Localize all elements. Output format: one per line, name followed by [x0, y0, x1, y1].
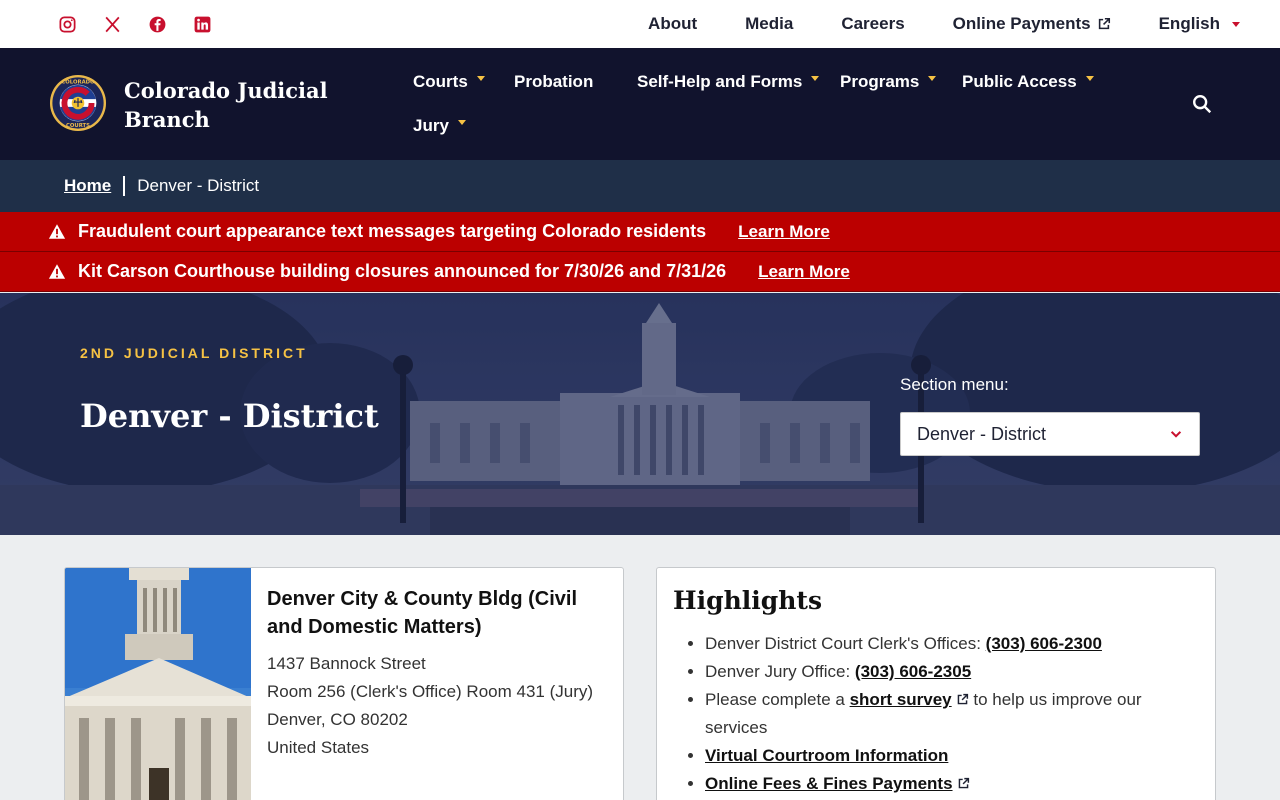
list-item: Virtual Courtroom Information [705, 742, 1195, 770]
location-card: Denver City & County Bldg (Civil and Dom… [64, 567, 624, 800]
nav-jury[interactable]: Jury [413, 116, 466, 136]
highlights-card: Highlights Denver District Court Clerk's… [656, 567, 1216, 800]
address-line: United States [267, 738, 370, 757]
page-title: Denver - District [80, 397, 379, 435]
courthouse-photo [65, 568, 251, 800]
nav-courts[interactable]: Courts [413, 72, 485, 92]
chevron-down-icon [476, 75, 485, 81]
colorado-courts-seal-logo[interactable]: COLORADO COURTS [49, 74, 107, 132]
highlights-list: Denver District Court Clerk's Offices: (… [705, 630, 1195, 798]
careers-link[interactable]: Careers [841, 14, 904, 34]
alert-message: Fraudulent court appearance text message… [78, 221, 707, 241]
external-link-icon [958, 777, 969, 789]
warning-icon [48, 224, 66, 239]
jury-phone-link[interactable]: (303) 606-2305 [855, 662, 971, 681]
breadcrumb-home-link[interactable]: Home [64, 176, 111, 196]
social-links [58, 15, 212, 34]
x-icon[interactable] [103, 15, 122, 34]
chevron-down-icon [811, 75, 820, 81]
media-link[interactable]: Media [745, 14, 793, 34]
breadcrumb-separator [123, 176, 126, 196]
about-link[interactable]: About [648, 14, 697, 34]
language-dropdown[interactable]: English [1159, 14, 1240, 34]
chevron-down-icon [1085, 75, 1094, 81]
section-menu-value: Denver - District [917, 423, 1047, 444]
address-line: Denver, CO 80202 [267, 710, 408, 729]
alert-banner: Kit Carson Courthouse building closures … [0, 252, 1280, 292]
external-link-icon [957, 693, 968, 705]
address-line: 1437 Bannock Street [267, 654, 426, 673]
chevron-down-icon [457, 119, 466, 125]
alert-learn-more-link[interactable]: Learn More [738, 222, 830, 242]
chevron-down-icon [928, 75, 937, 81]
alert-banner: Fraudulent court appearance text message… [0, 212, 1280, 252]
facebook-icon[interactable] [148, 15, 167, 34]
list-item: Denver Jury Office: (303) 606-2305 [705, 658, 1195, 686]
nav-public-access[interactable]: Public Access [962, 72, 1094, 92]
main-header: COLORADO COURTS Colorado Judicial Branch… [0, 48, 1280, 160]
nav-programs[interactable]: Programs [840, 72, 937, 92]
location-title: Denver City & County Bldg (Civil and Dom… [267, 588, 578, 638]
section-menu-label: Section menu: [900, 375, 1009, 394]
site-name[interactable]: Colorado Judicial Branch [124, 76, 344, 134]
svg-text:COURTS: COURTS [66, 123, 90, 129]
hero-banner: 2ND JUDICIAL DISTRICT Denver - District … [0, 293, 1280, 535]
breadcrumb-current: Denver - District [137, 176, 260, 195]
section-menu-select[interactable]: Denver - District [900, 412, 1200, 456]
alert-learn-more-link[interactable]: Learn More [758, 262, 850, 282]
svg-text:COLORADO: COLORADO [61, 80, 95, 86]
location-address: 1437 Bannock Street Room 256 (Clerk's Of… [267, 650, 607, 762]
external-link-icon [1098, 17, 1110, 30]
search-icon[interactable] [1191, 93, 1213, 115]
utility-links: About Media Careers Online Payments Engl… [600, 14, 1240, 34]
alert-message: Kit Carson Courthouse building closures … [78, 261, 727, 281]
list-item: Please complete a short survey to help u… [705, 686, 1195, 742]
instagram-icon[interactable] [58, 15, 77, 34]
address-line: Room 256 (Clerk's Office) Room 431 (Jury… [267, 682, 594, 701]
breadcrumb: Home Denver - District [0, 160, 1280, 212]
warning-icon [48, 264, 66, 279]
nav-probation[interactable]: Probation [514, 72, 593, 92]
highlights-title: Highlights [673, 586, 823, 615]
online-payments-link[interactable]: Online Payments [953, 14, 1111, 34]
short-survey-link[interactable]: short survey [850, 690, 952, 709]
utility-bar: About Media Careers Online Payments Engl… [0, 0, 1280, 48]
district-kicker: 2ND JUDICIAL DISTRICT [80, 345, 308, 361]
linkedin-icon[interactable] [193, 15, 212, 34]
list-item: Denver District Court Clerk's Offices: (… [705, 630, 1195, 658]
clerk-phone-link[interactable]: (303) 606-2300 [986, 634, 1102, 653]
list-item: Online Fees & Fines Payments [705, 770, 1195, 798]
online-fees-link[interactable]: Online Fees & Fines Payments [705, 774, 953, 793]
chevron-down-icon [1170, 431, 1182, 438]
virtual-courtroom-link[interactable]: Virtual Courtroom Information [705, 746, 948, 765]
nav-self-help-and-forms[interactable]: Self-Help and Forms [637, 72, 820, 92]
chevron-down-icon [1232, 21, 1240, 27]
